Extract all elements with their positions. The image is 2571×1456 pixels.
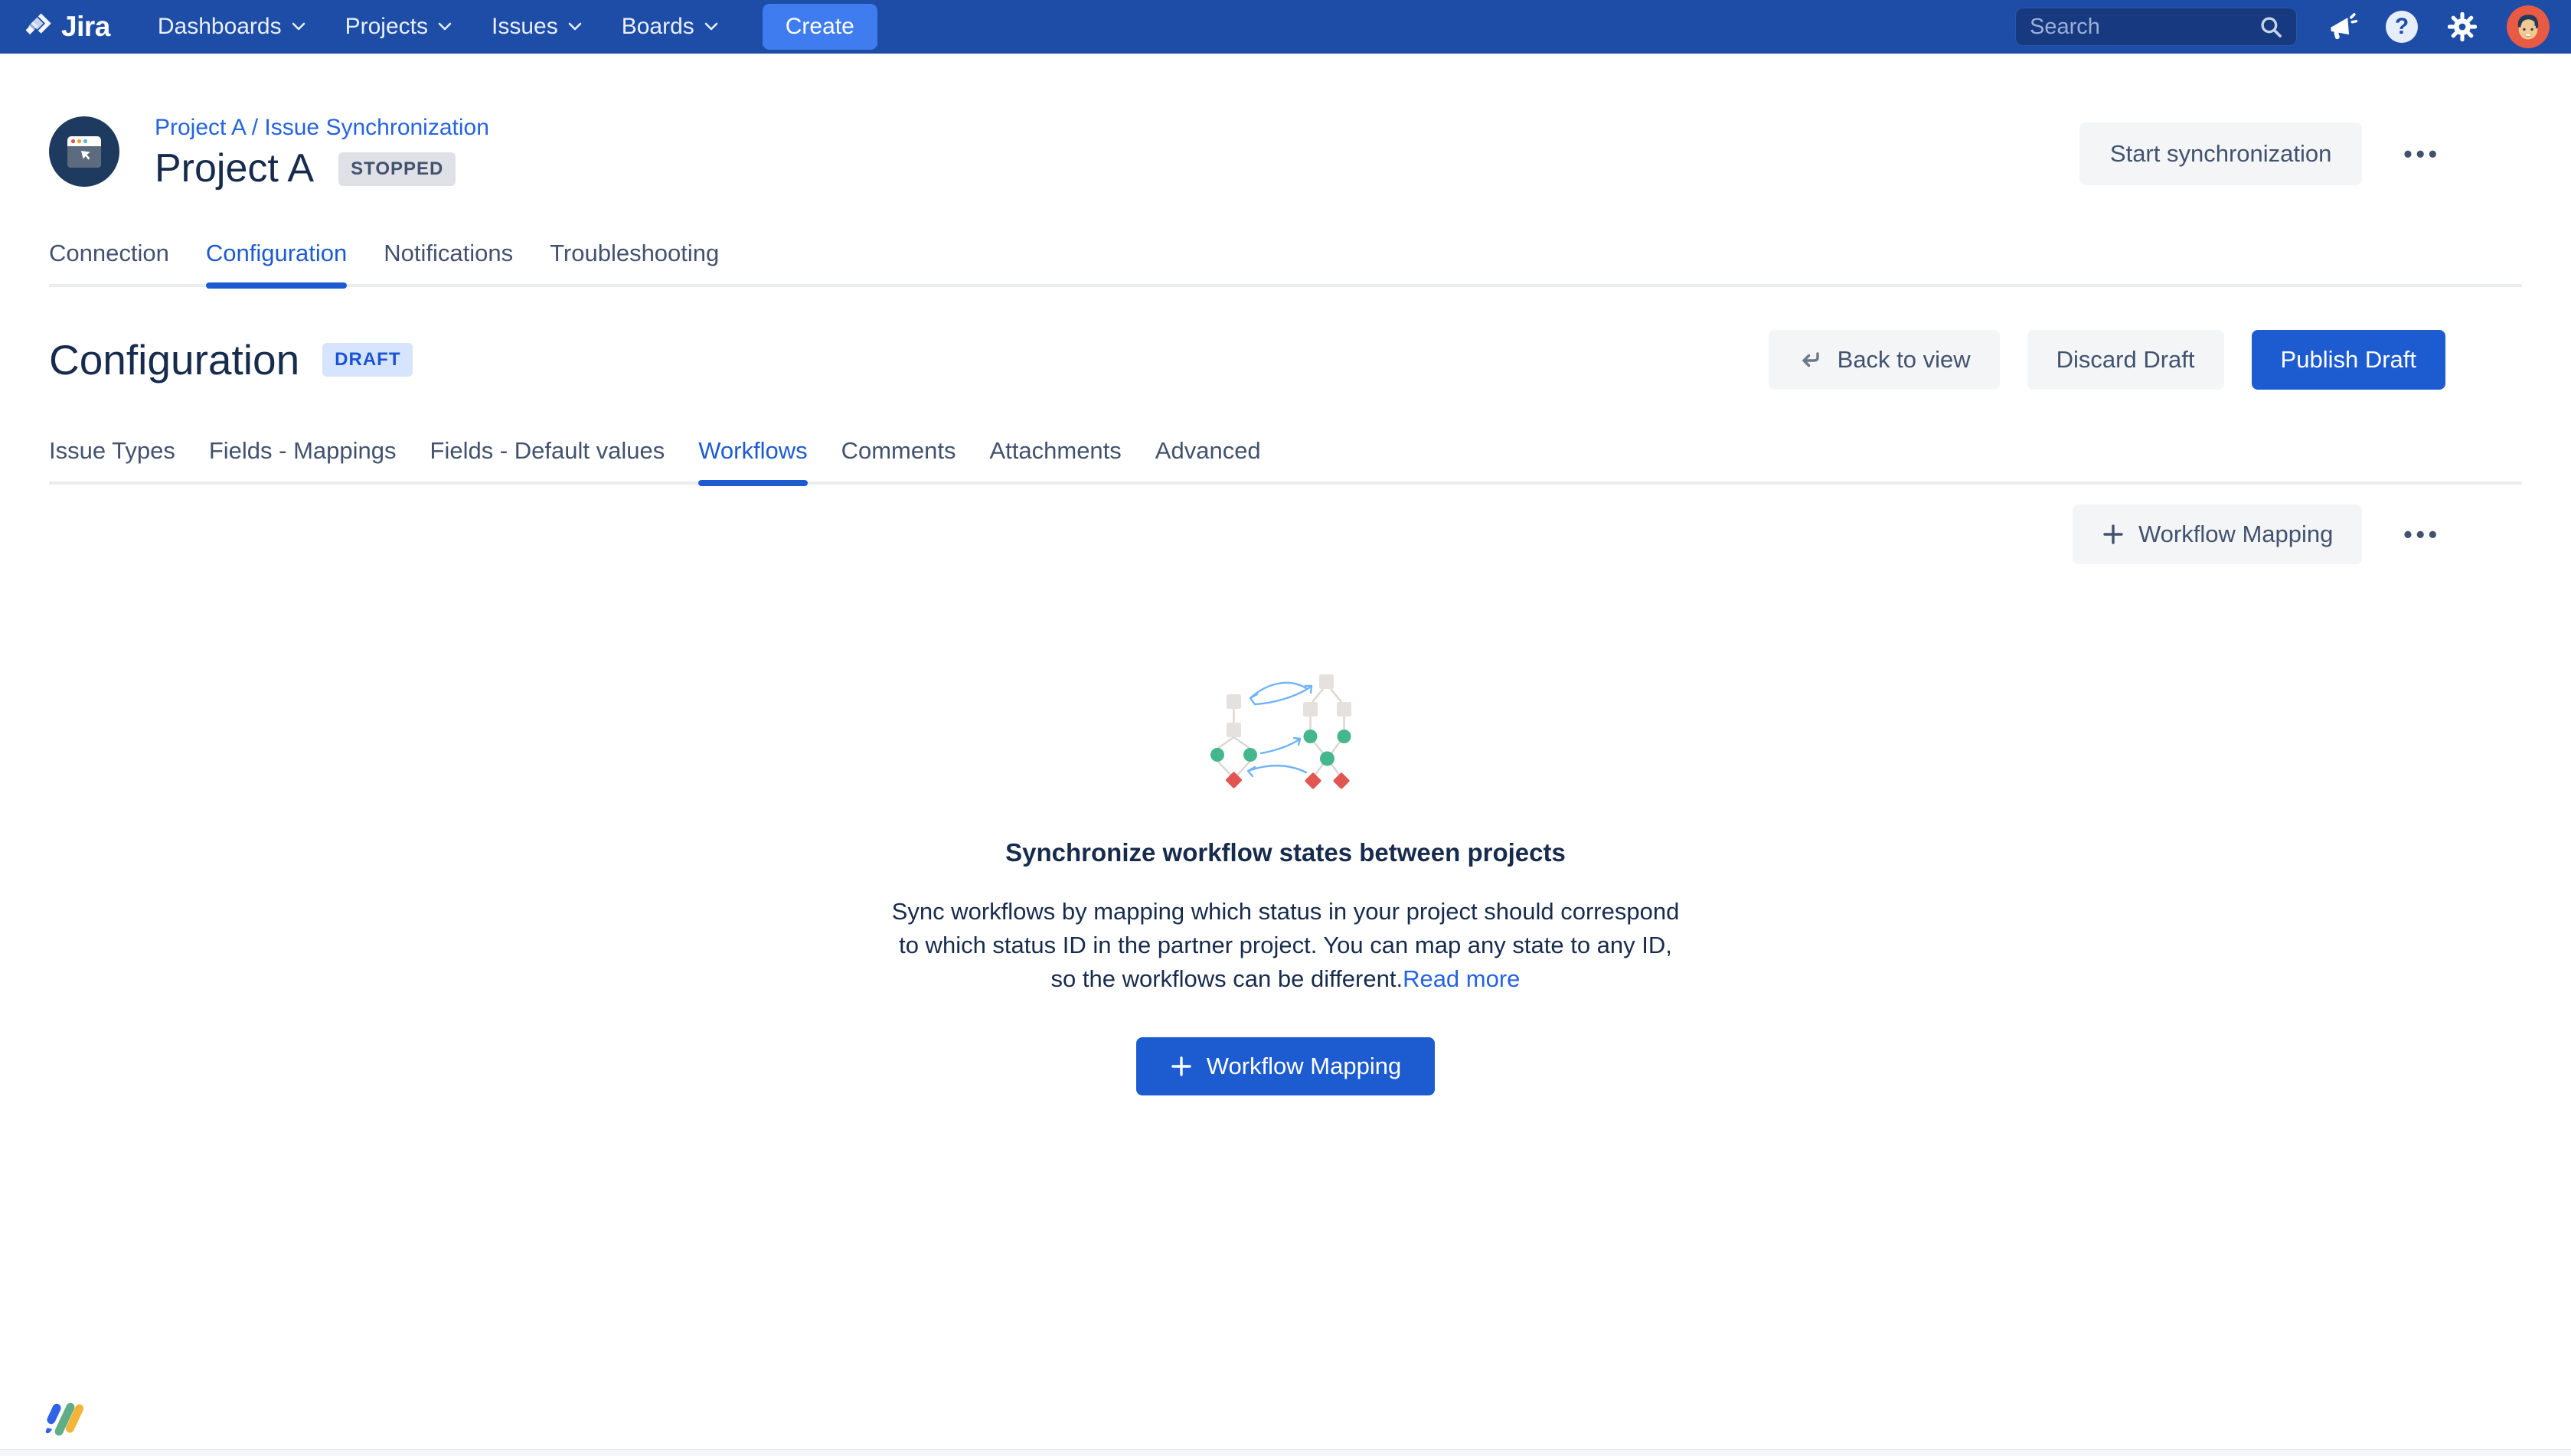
add-workflow-mapping-button[interactable]: Workflow Mapping [2073, 504, 2362, 564]
project-header-actions: Start synchronization ••• [2079, 122, 2445, 185]
user-avatar-image [2507, 5, 2550, 48]
nav-item-label: Projects [345, 14, 428, 40]
configuration-actions: Back to view Discard Draft Publish Draft [1769, 330, 2445, 390]
breadcrumb[interactable]: Project A / Issue Synchronization [155, 115, 489, 141]
back-to-view-button[interactable]: Back to view [1769, 330, 2000, 390]
subtab-issue-types[interactable]: Issue Types [49, 437, 175, 482]
empty-state-line2: to which status ID in the partner projec… [892, 929, 1680, 962]
create-button[interactable]: Create [763, 4, 877, 50]
back-to-view-label: Back to view [1838, 346, 1971, 374]
help-icon: ? [2386, 11, 2418, 43]
jira-logo-icon [23, 11, 55, 43]
chevron-down-icon [292, 22, 305, 31]
read-more-link[interactable]: Read more [1403, 965, 1520, 992]
bottom-edge-strip [0, 1449, 2571, 1456]
subtab-fields-default-values[interactable]: Fields - Default values [430, 437, 665, 482]
subtab-fields-mappings[interactable]: Fields - Mappings [209, 437, 397, 482]
configuration-header: Configuration DRAFT Back to view Discard… [49, 330, 2522, 390]
plus-icon [1170, 1055, 1193, 1078]
jira-logo-text: Jira [61, 11, 110, 43]
workflows-empty-state: Synchronize workflow states between proj… [49, 650, 2522, 1095]
chevron-down-icon [568, 22, 582, 31]
subtab-comments[interactable]: Comments [841, 437, 956, 482]
draft-badge: DRAFT [322, 343, 413, 377]
nav-item-label: Issues [492, 14, 558, 40]
back-arrow-icon [1798, 348, 1824, 372]
configuration-subtabs: Issue Types Fields - Mappings Fields - D… [49, 437, 2522, 485]
chevron-down-icon [438, 22, 452, 31]
jira-logo[interactable]: Jira [23, 11, 110, 43]
tab-connection[interactable]: Connection [49, 240, 169, 284]
tab-troubleshooting[interactable]: Troubleshooting [550, 240, 719, 284]
project-more-menu-button[interactable]: ••• [2399, 139, 2445, 169]
empty-state-title: Synchronize workflow states between proj… [1005, 838, 1566, 867]
nav-item-issues[interactable]: Issues [492, 14, 582, 40]
page-content: Project A / Issue Synchronization Projec… [0, 115, 2571, 1095]
chevron-down-icon [704, 22, 718, 31]
nav-item-projects[interactable]: Projects [345, 14, 452, 40]
add-workflow-mapping-label: Workflow Mapping [2138, 521, 2333, 548]
subtab-advanced[interactable]: Advanced [1155, 437, 1261, 482]
empty-state-line3-wrap: so the workflows can be different.Read m… [892, 962, 1680, 996]
top-navigation: Jira Dashboards Projects Issues Boards C… [0, 0, 2571, 54]
gear-icon [2445, 10, 2479, 44]
discard-draft-button[interactable]: Discard Draft [2027, 330, 2224, 390]
empty-state-line3: so the workflows can be different. [1051, 965, 1403, 992]
workflows-toolbar: Workflow Mapping ••• [49, 504, 2445, 564]
nav-item-label: Boards [622, 14, 694, 40]
project-title-row: Project A STOPPED [155, 147, 489, 191]
nav-item-dashboards[interactable]: Dashboards [158, 14, 305, 40]
start-synchronization-button[interactable]: Start synchronization [2079, 122, 2362, 185]
empty-state-add-workflow-mapping-button[interactable]: Workflow Mapping [1136, 1037, 1435, 1095]
getint-logo-icon [40, 1399, 89, 1441]
more-dots-icon: ••• [2403, 140, 2441, 168]
help-button[interactable]: ? [2386, 11, 2418, 43]
project-header: Project A / Issue Synchronization Projec… [49, 115, 2522, 191]
search-icon [2258, 14, 2284, 40]
configuration-title: Configuration [49, 335, 299, 384]
nav-item-boards[interactable]: Boards [622, 14, 718, 40]
search-input[interactable] [2028, 14, 2250, 41]
workflows-more-menu-button[interactable]: ••• [2399, 520, 2445, 550]
subtab-workflows[interactable]: Workflows [698, 437, 807, 482]
search-box [2015, 8, 2297, 46]
publish-draft-button[interactable]: Publish Draft [2252, 330, 2445, 390]
page-title: Project A [155, 147, 314, 191]
empty-state-description: Sync workflows by mapping which status i… [892, 895, 1680, 996]
footer-brand-logo [40, 1399, 89, 1445]
more-dots-icon: ••• [2403, 521, 2441, 548]
tab-notifications[interactable]: Notifications [384, 240, 513, 284]
cta-label: Workflow Mapping [1207, 1053, 1401, 1080]
nav-item-label: Dashboards [158, 14, 282, 40]
megaphone-icon [2324, 10, 2358, 44]
project-avatar [49, 116, 119, 187]
status-badge: STOPPED [338, 152, 456, 186]
workflow-sync-illustration [1178, 650, 1393, 803]
settings-button[interactable] [2445, 10, 2479, 44]
project-header-text: Project A / Issue Synchronization Projec… [155, 115, 489, 191]
subtab-attachments[interactable]: Attachments [989, 437, 1121, 482]
main-tabs: Connection Configuration Notifications T… [49, 240, 2522, 287]
plus-icon [2102, 523, 2125, 546]
user-avatar[interactable] [2507, 5, 2550, 48]
announcements-button[interactable] [2324, 10, 2358, 44]
tab-configuration[interactable]: Configuration [206, 240, 347, 284]
empty-state-line1: Sync workflows by mapping which status i… [892, 895, 1680, 929]
